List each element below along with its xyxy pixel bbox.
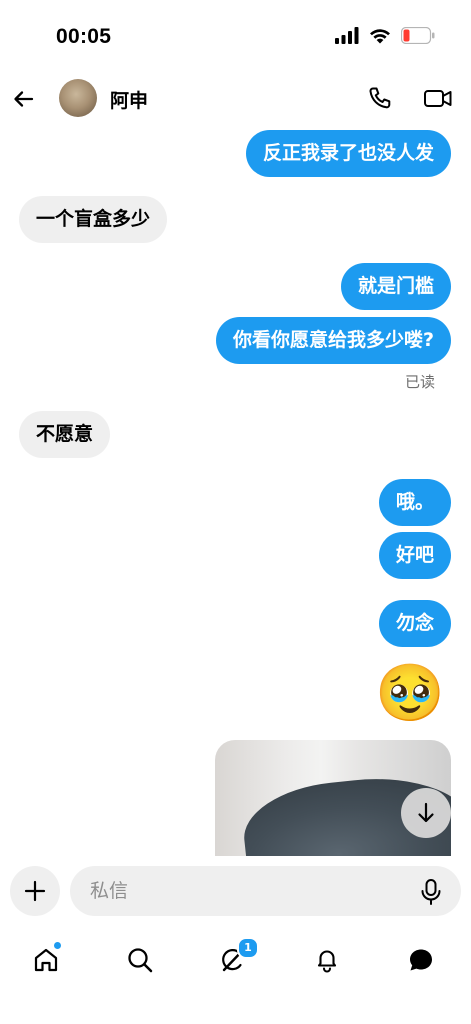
contact-avatar[interactable] — [59, 79, 97, 117]
nav-home[interactable] — [24, 938, 68, 982]
message-input[interactable] — [70, 866, 461, 916]
nav-search[interactable] — [118, 938, 162, 982]
back-button[interactable] — [10, 85, 38, 113]
video-call-button[interactable] — [422, 84, 454, 112]
message-bubble-incoming[interactable]: 不愿意 — [19, 411, 111, 458]
wifi-icon — [368, 27, 392, 44]
status-icons — [335, 27, 435, 44]
nav-grok[interactable]: 1 — [211, 937, 259, 982]
back-arrow-icon — [10, 91, 38, 117]
nav-notifications[interactable] — [305, 938, 349, 982]
status-time: 00:05 — [56, 25, 112, 48]
contact-name[interactable]: 阿申 — [110, 86, 148, 113]
message-thread[interactable]: 反正我录了也没人发 一个盲盒多少 就是门槛 你看你愿意给我多少喽? 已读 不愿意… — [0, 122, 471, 856]
message-composer — [0, 856, 471, 926]
voice-message-button[interactable] — [418, 878, 444, 906]
bottom-navigation: 1 — [0, 926, 471, 1024]
voice-call-button[interactable] — [366, 84, 394, 112]
home-notification-dot — [54, 942, 61, 949]
microphone-icon — [418, 879, 444, 910]
scroll-to-bottom-button[interactable] — [401, 788, 451, 838]
nav-messages[interactable] — [399, 938, 443, 982]
signal-icon — [335, 27, 359, 44]
add-attachment-button[interactable] — [10, 866, 60, 916]
message-bubble-outgoing[interactable]: 反正我录了也没人发 — [245, 130, 451, 177]
conversation-header: 阿申 — [0, 76, 471, 122]
message-bubble-outgoing[interactable]: 你看你愿意给我多少喽? — [215, 317, 451, 364]
message-bubble-outgoing[interactable]: 好吧 — [378, 532, 451, 579]
message-bubble-outgoing[interactable]: 哦。 — [378, 479, 451, 526]
video-camera-icon — [422, 90, 454, 116]
message-bubble-incoming[interactable]: 一个盲盒多少 — [19, 196, 168, 243]
status-bar: 00:05 — [0, 0, 471, 76]
message-bubble-outgoing[interactable]: 勿念 — [378, 600, 451, 647]
message-bubble-outgoing[interactable]: 就是门槛 — [340, 263, 451, 310]
phone-icon — [366, 87, 394, 116]
battery-icon — [401, 27, 435, 44]
read-receipt: 已读 — [404, 373, 435, 391]
emoji-message[interactable]: 🥹 — [375, 661, 445, 727]
grok-count-badge: 1 — [237, 937, 259, 959]
